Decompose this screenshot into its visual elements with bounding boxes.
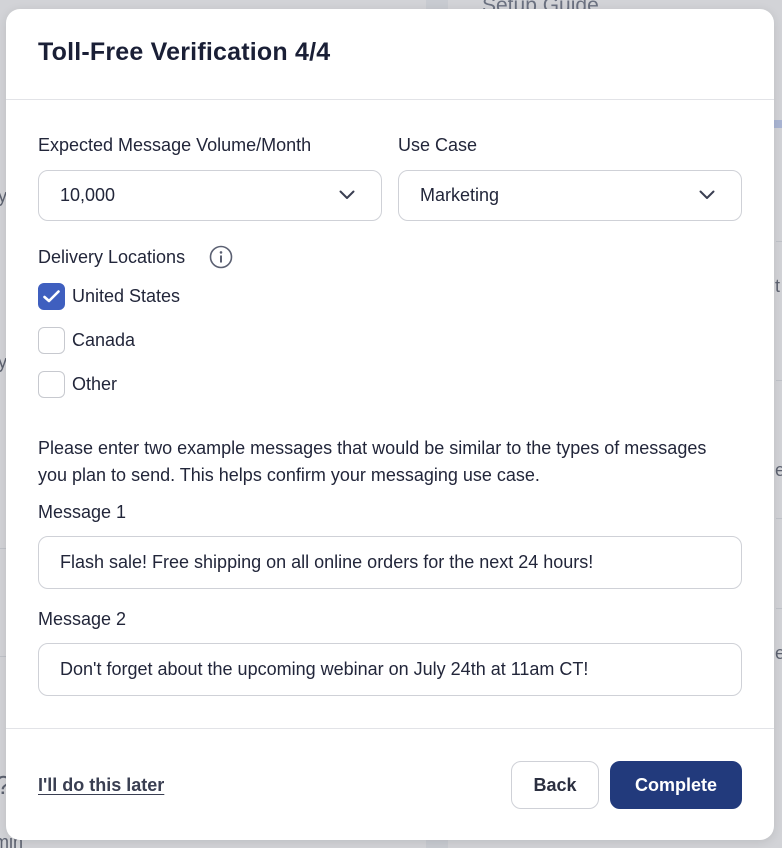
checkbox-other-label: Other <box>72 374 118 394</box>
modal-footer: I'll do this later Back Complete <box>6 728 774 840</box>
info-icon[interactable] <box>209 245 233 269</box>
message-2-label: Message 2 <box>38 609 127 629</box>
complete-button[interactable]: Complete <box>610 761 742 809</box>
message-1-input[interactable] <box>38 536 742 589</box>
background-text-fragment: e <box>775 460 782 480</box>
background-text-fragment: e <box>775 643 782 663</box>
checkbox-canada[interactable]: Canada <box>38 326 135 355</box>
checkbox-united-states[interactable]: United States <box>38 282 180 311</box>
delivery-locations-label: Delivery Locations <box>38 247 186 267</box>
checkbox-canada-box[interactable] <box>38 327 65 354</box>
example-messages-help-text: Please enter two example messages that w… <box>38 438 707 485</box>
checkbox-canada-label: Canada <box>72 330 136 350</box>
checkbox-other[interactable]: Other <box>38 370 117 399</box>
message-1-label: Message 1 <box>38 502 127 522</box>
background-divider <box>776 518 782 519</box>
back-button[interactable]: Back <box>511 761 599 809</box>
message-volume-value: 10,000 <box>60 185 116 205</box>
checkmark-icon <box>43 290 60 303</box>
do-this-later-link[interactable]: I'll do this later <box>38 775 164 796</box>
use-case-value: Marketing <box>420 185 500 205</box>
use-case-select[interactable]: Marketing <box>398 170 742 221</box>
toll-free-verification-modal: Toll-Free Verification 4/4 Expected Mess… <box>6 9 774 840</box>
use-case-label: Use Case <box>398 135 478 155</box>
message-volume-select[interactable]: 10,000 <box>38 170 382 221</box>
background-divider <box>776 241 782 242</box>
background-divider <box>776 608 782 609</box>
modal-title: Toll-Free Verification 4/4 <box>38 38 331 66</box>
chevron-down-icon <box>699 190 715 199</box>
background-divider <box>776 380 782 381</box>
background-text-fragment: t <box>775 276 781 296</box>
checkbox-other-box[interactable] <box>38 371 65 398</box>
message-2-input[interactable] <box>38 643 742 696</box>
chevron-down-icon <box>339 190 355 199</box>
modal-header: Toll-Free Verification 4/4 <box>6 9 774 100</box>
checkbox-united-states-box[interactable] <box>38 283 65 310</box>
checkbox-united-states-label: United States <box>72 286 181 306</box>
message-volume-label: Expected Message Volume/Month <box>38 135 312 155</box>
